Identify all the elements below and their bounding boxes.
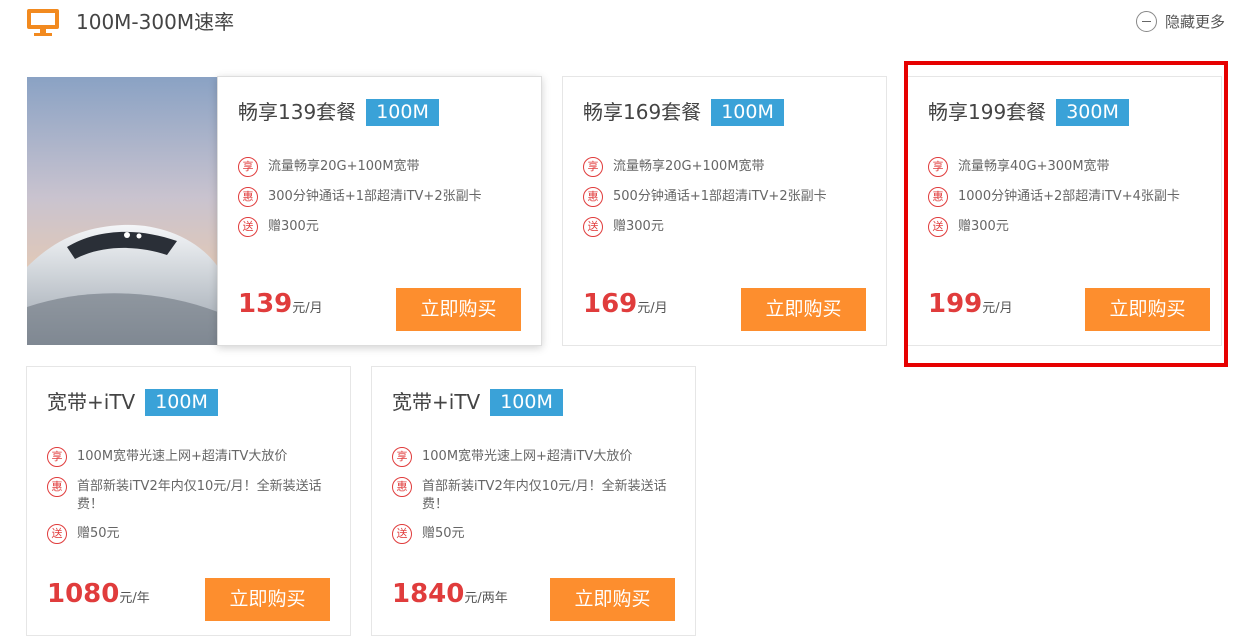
gift-icon: 送 xyxy=(583,217,603,237)
plan-name: 畅享139套餐 xyxy=(238,100,357,124)
plan-card-broadband-itv-1080[interactable]: 宽带+iTV 100M 享 100M宽带光速上网+超清iTV大放价 惠首部新装iTV… xyxy=(26,366,351,636)
price-value: 169 xyxy=(583,289,638,319)
feature-list: 享 100M宽带光速上网+超清iTV大放价 惠首部新装iTV2年内仅10元/月！全… xyxy=(392,447,667,554)
feature-text: 首部新装iTV2年内仅10元/月！全新装送话费！ xyxy=(422,479,667,512)
price-value: 1840 xyxy=(392,579,465,609)
enjoy-icon: 享 xyxy=(583,157,603,177)
price: 1840元/两年 xyxy=(392,579,508,609)
feature-text: 流量畅享20G+100M宽带 xyxy=(613,159,765,174)
minus-circle-icon xyxy=(1135,10,1157,32)
feature-item: 惠 300分钟通话+1部超清iTV+2张副卡 xyxy=(238,187,518,207)
feature-list: 享流量畅享20G+100M宽带 惠 300分钟通话+1部超清iTV+2张副卡 送赠… xyxy=(238,157,518,247)
price-unit: 元/月 xyxy=(637,301,668,316)
feature-list: 享流量畅享20G+100M宽带 惠 500分钟通话+1部超清iTV+2张副卡 送赠… xyxy=(583,157,863,247)
price: 169元/月 xyxy=(583,289,668,319)
price: 139元/月 xyxy=(238,289,323,319)
feature-item: 享 100M宽带光速上网+超清iTV大放价 xyxy=(47,447,322,467)
plan-title: 畅享169套餐 100M xyxy=(583,99,784,126)
price-value: 1080 xyxy=(47,579,120,609)
price: 1080元/年 xyxy=(47,579,150,609)
feature-text: 赠300元 xyxy=(268,219,319,234)
hide-more-label: 隐藏更多 xyxy=(1164,12,1225,31)
feature-list: 享 100M宽带光速上网+超清iTV大放价 惠首部新装iTV2年内仅10元/月！全… xyxy=(47,447,322,554)
buy-now-button[interactable]: 立即购买 xyxy=(550,578,675,621)
feature-text: 首部新装iTV2年内仅10元/月！全新装送话费！ xyxy=(77,479,322,512)
speed-badge: 100M xyxy=(366,99,439,126)
feature-item: 送赠50元 xyxy=(47,524,322,544)
feature-item: 送赠300元 xyxy=(238,217,518,237)
plan-card-169[interactable]: 畅享169套餐 100M 享流量畅享20G+100M宽带 惠 500分钟通话+1部超… xyxy=(562,76,887,346)
gift-icon: 送 xyxy=(47,524,67,544)
tv-icon xyxy=(27,9,59,36)
price-value: 139 xyxy=(238,289,293,319)
hide-more-toggle[interactable]: 隐藏更多 xyxy=(1135,10,1225,32)
feature-text: 赠50元 xyxy=(77,526,120,541)
feature-item: 享流量畅享20G+100M宽带 xyxy=(238,157,518,177)
feature-text: 流量畅享20G+100M宽带 xyxy=(268,159,420,174)
feature-item: 送赠50元 xyxy=(392,524,667,544)
buy-now-button[interactable]: 立即购买 xyxy=(741,288,866,331)
feature-text: 300分钟通话+1部超清iTV+2张副卡 xyxy=(268,189,482,204)
enjoy-icon: 享 xyxy=(392,447,412,467)
feature-text: 赠300元 xyxy=(613,219,664,234)
feature-item: 惠首部新装iTV2年内仅10元/月！全新装送话费！ xyxy=(47,477,322,514)
price-unit: 元/两年 xyxy=(464,591,508,606)
high-speed-train-photo xyxy=(27,77,218,345)
selection-highlight xyxy=(904,61,1228,367)
feature-item: 送赠300元 xyxy=(583,217,863,237)
enjoy-icon: 享 xyxy=(238,157,258,177)
discount-icon: 惠 xyxy=(583,187,603,207)
plan-name: 宽带+iTV xyxy=(392,390,481,414)
feature-text: 500分钟通话+1部超清iTV+2张副卡 xyxy=(613,189,827,204)
speed-badge: 100M xyxy=(145,389,218,416)
speed-badge: 100M xyxy=(490,389,563,416)
feature-item: 享流量畅享20G+100M宽带 xyxy=(583,157,863,177)
discount-icon: 惠 xyxy=(47,477,67,497)
feature-item: 惠首部新装iTV2年内仅10元/月！全新装送话费！ xyxy=(392,477,667,514)
plan-title: 畅享139套餐 100M xyxy=(238,99,439,126)
buy-now-button[interactable]: 立即购买 xyxy=(396,288,521,331)
section-title: 100M-300M速率 xyxy=(76,10,235,34)
plan-card-broadband-itv-1840[interactable]: 宽带+iTV 100M 享 100M宽带光速上网+超清iTV大放价 惠首部新装iTV… xyxy=(371,366,696,636)
feature-text: 赠50元 xyxy=(422,526,465,541)
feature-text: 100M宽带光速上网+超清iTV大放价 xyxy=(77,449,288,464)
gift-icon: 送 xyxy=(238,217,258,237)
enjoy-icon: 享 xyxy=(47,447,67,467)
discount-icon: 惠 xyxy=(238,187,258,207)
discount-icon: 惠 xyxy=(392,477,412,497)
plan-title: 宽带+iTV 100M xyxy=(392,389,563,416)
price-unit: 元/月 xyxy=(292,301,323,316)
feature-text: 100M宽带光速上网+超清iTV大放价 xyxy=(422,449,633,464)
buy-now-button[interactable]: 立即购买 xyxy=(205,578,330,621)
feature-item: 享 100M宽带光速上网+超清iTV大放价 xyxy=(392,447,667,467)
plan-title: 宽带+iTV 100M xyxy=(47,389,218,416)
gift-icon: 送 xyxy=(392,524,412,544)
speed-badge: 100M xyxy=(711,99,784,126)
plan-card-139[interactable]: 畅享139套餐 100M 享流量畅享20G+100M宽带 惠 300分钟通话+1部超… xyxy=(217,76,542,346)
section-header: 100M-300M速率 隐藏更多 xyxy=(0,0,1258,44)
plan-name: 宽带+iTV xyxy=(47,390,136,414)
feature-item: 惠 500分钟通话+1部超清iTV+2张副卡 xyxy=(583,187,863,207)
plan-name: 畅享169套餐 xyxy=(583,100,702,124)
price-unit: 元/年 xyxy=(119,591,150,606)
